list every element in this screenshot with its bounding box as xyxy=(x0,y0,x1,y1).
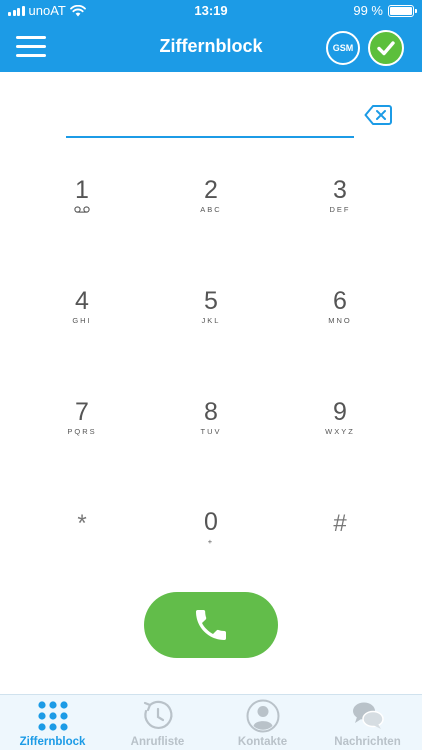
key-digit: 2 xyxy=(204,176,218,204)
key-letters: DEF xyxy=(329,205,351,214)
tab-anrufliste[interactable]: Anrufliste xyxy=(105,695,210,750)
key-7[interactable]: 7 PQRS xyxy=(32,398,132,478)
key-digit: 7 xyxy=(75,398,89,426)
key-letters: ABC xyxy=(200,205,222,214)
key-digit: 4 xyxy=(75,287,89,315)
key-digit: 5 xyxy=(204,287,218,315)
clock-history-icon xyxy=(143,700,173,730)
status-bar: unoAT 13:19 99 % xyxy=(0,0,422,22)
phone-number-input[interactable] xyxy=(66,100,354,138)
tab-kontakte[interactable]: Kontakte xyxy=(210,695,315,750)
checkmark-icon xyxy=(377,41,395,56)
key-8[interactable]: 8 TUV xyxy=(161,398,261,478)
key-letters: MNO xyxy=(328,316,352,325)
key-6[interactable]: 6 MNO xyxy=(290,287,390,367)
phone-icon xyxy=(196,610,226,640)
key-letters: TUV xyxy=(200,427,222,436)
key-digit: 1 xyxy=(75,176,89,204)
key-4[interactable]: 4 GHI xyxy=(32,287,132,367)
battery-icon xyxy=(388,4,417,17)
key-letters: WXYZ xyxy=(325,427,355,436)
chat-bubbles-icon xyxy=(353,702,384,729)
key-digit: 0 xyxy=(204,508,218,536)
top-bar: unoAT 13:19 99 % Ziffernblock GSM xyxy=(0,0,422,72)
key-digit: # xyxy=(333,510,347,537)
key-letters: + xyxy=(207,537,215,546)
key-star[interactable]: * xyxy=(32,510,132,590)
contact-person-icon xyxy=(246,699,280,733)
battery-fill xyxy=(390,6,412,15)
tab-label: Nachrichten xyxy=(334,736,401,748)
tab-label: Ziffernblock xyxy=(19,736,86,748)
key-digit: 8 xyxy=(204,398,218,426)
tab-label: Kontakte xyxy=(237,736,288,748)
key-5[interactable]: 5 JKL xyxy=(161,287,261,367)
key-1[interactable]: 1 xyxy=(32,176,132,256)
call-button[interactable] xyxy=(144,592,278,658)
key-digit: 3 xyxy=(333,176,347,204)
tab-bar: Ziffernblock Anrufliste Kontakte Nachric… xyxy=(0,694,422,750)
key-3[interactable]: 3 DEF xyxy=(290,176,390,256)
key-letters: GHI xyxy=(72,316,92,325)
key-0[interactable]: 0 + xyxy=(161,508,261,588)
key-9[interactable]: 9 WXYZ xyxy=(290,398,390,478)
backspace-button[interactable] xyxy=(364,104,392,126)
key-letters: PQRS xyxy=(67,427,97,436)
gsm-button[interactable]: GSM xyxy=(326,31,360,65)
battery-percent: 99 % xyxy=(353,3,383,18)
tab-ziffernblock[interactable]: Ziffernblock xyxy=(0,695,105,750)
key-letters: JKL xyxy=(201,316,221,325)
voicemail-icon xyxy=(74,206,90,213)
status-right: 99 % xyxy=(353,3,417,18)
key-digit: 9 xyxy=(333,398,347,426)
tab-label: Anrufliste xyxy=(130,736,185,748)
keypad-grid-icon xyxy=(38,701,68,731)
app-header: Ziffernblock GSM xyxy=(0,22,422,72)
key-digit: 6 xyxy=(333,287,347,315)
key-2[interactable]: 2 ABC xyxy=(161,176,261,256)
key-hash[interactable]: # xyxy=(290,510,390,590)
backspace-icon xyxy=(364,105,392,125)
key-digit: * xyxy=(77,510,87,537)
tab-nachrichten[interactable]: Nachrichten xyxy=(315,695,420,750)
confirm-button[interactable] xyxy=(368,30,404,66)
